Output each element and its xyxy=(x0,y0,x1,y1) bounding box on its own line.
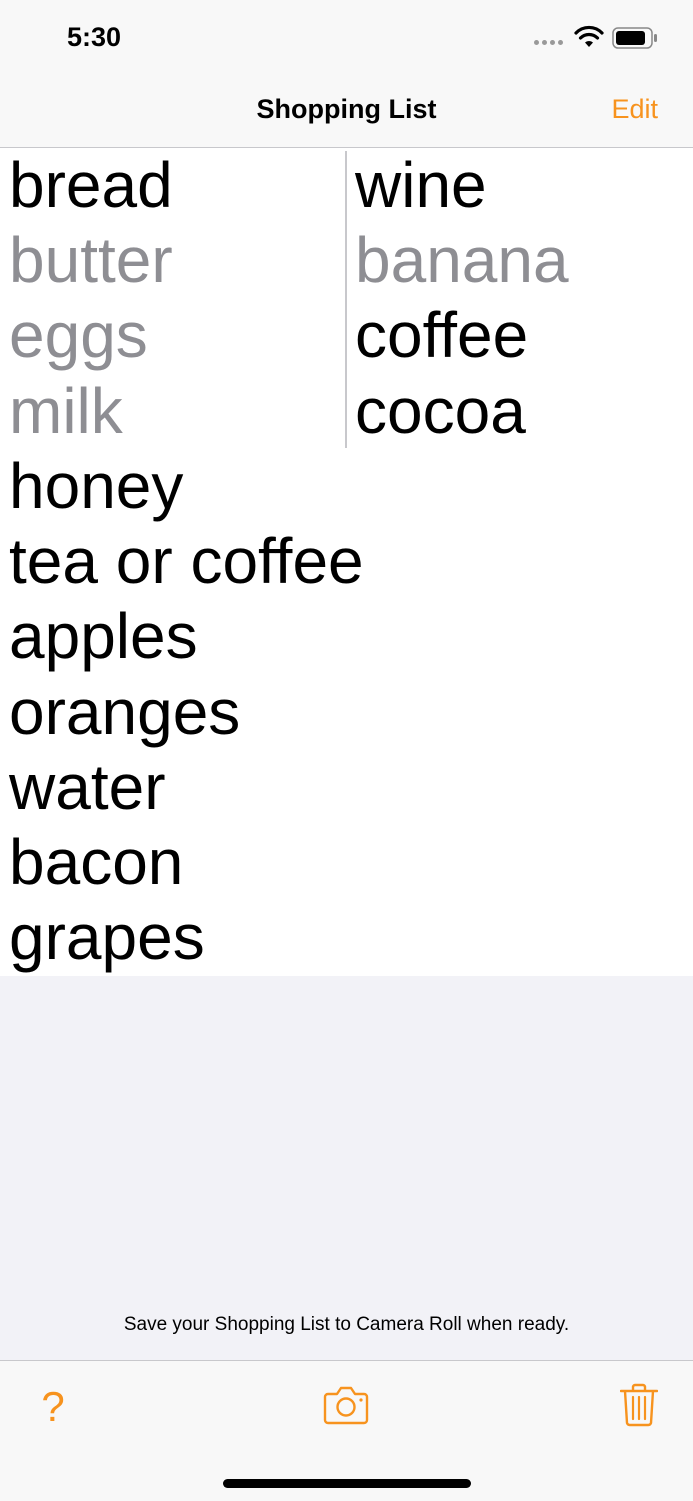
list-item[interactable]: honey xyxy=(9,449,689,524)
list-item[interactable]: apples xyxy=(9,599,689,674)
list-item[interactable]: cocoa xyxy=(355,374,685,449)
list-item[interactable]: grapes xyxy=(9,900,689,975)
home-indicator xyxy=(223,1479,471,1488)
navigation-bar: Shopping List Edit xyxy=(0,76,693,148)
list-item[interactable]: milk xyxy=(9,374,339,449)
list-item[interactable]: eggs xyxy=(9,298,339,373)
camera-icon[interactable] xyxy=(323,1385,369,1425)
list-item[interactable]: water xyxy=(9,750,689,825)
help-icon[interactable]: ? xyxy=(38,1383,68,1431)
status-bar: 5:30 xyxy=(0,0,693,76)
list-item[interactable]: wine xyxy=(355,148,685,223)
cellular-signal-icon xyxy=(534,40,566,46)
list-item[interactable]: butter xyxy=(9,223,339,298)
page-title: Shopping List xyxy=(256,94,437,124)
wifi-icon xyxy=(574,25,604,47)
list-item[interactable]: banana xyxy=(355,223,685,298)
edit-button[interactable]: Edit xyxy=(611,94,658,125)
list-item[interactable]: bacon xyxy=(9,825,689,900)
shopping-list: bread butter eggs milk wine banana coffee coco… xyxy=(0,148,693,976)
trash-icon[interactable] xyxy=(620,1383,658,1427)
list-item[interactable]: oranges xyxy=(9,675,689,750)
battery-icon xyxy=(612,27,657,49)
list-item[interactable]: coffee xyxy=(355,298,685,373)
full-width-list: honey tea or coffee apples oranges water baco… xyxy=(9,449,689,975)
list-item[interactable]: tea or coffee xyxy=(9,524,689,599)
status-time: 5:30 xyxy=(67,22,122,52)
list-item[interactable]: bread xyxy=(9,148,339,223)
left-column: bread butter eggs milk xyxy=(9,148,339,449)
column-divider xyxy=(345,151,347,448)
bottom-toolbar: ? xyxy=(0,1360,693,1501)
right-column: wine banana coffee cocoa xyxy=(355,148,685,449)
save-hint-text: Save your Shopping List to Camera Roll w… xyxy=(123,1314,570,1335)
